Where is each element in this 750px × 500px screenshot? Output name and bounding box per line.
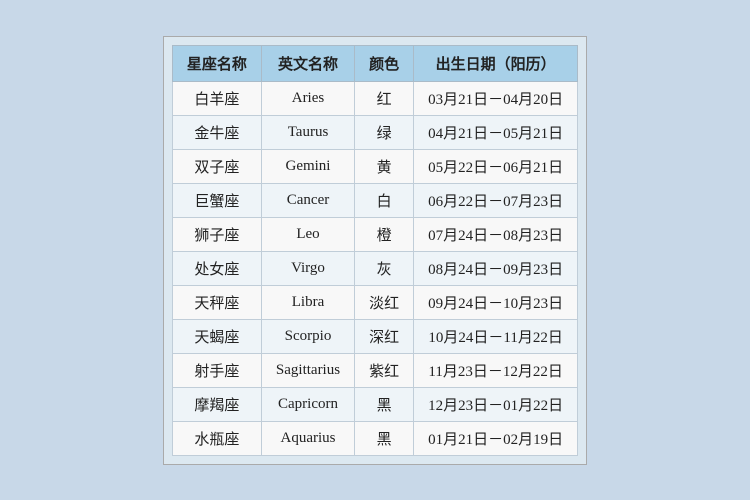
zodiac-table: 星座名称 英文名称 颜色 出生日期（阳历） 白羊座Aries红03月21日－04… <box>172 45 578 456</box>
cell-chinese-name: 巨蟹座 <box>172 183 261 217</box>
table-body: 白羊座Aries红03月21日－04月20日金牛座Taurus绿04月21日－0… <box>172 81 577 455</box>
cell-chinese-name: 天蝎座 <box>172 319 261 353</box>
table-row: 处女座Virgo灰08月24日－09月23日 <box>172 251 577 285</box>
header-dates: 出生日期（阳历） <box>414 45 578 81</box>
cell-english-name: Gemini <box>261 149 354 183</box>
cell-dates: 11月23日－12月22日 <box>414 353 578 387</box>
cell-dates: 01月21日－02月19日 <box>414 421 578 455</box>
cell-english-name: Sagittarius <box>261 353 354 387</box>
header-chinese-name: 星座名称 <box>172 45 261 81</box>
cell-english-name: Leo <box>261 217 354 251</box>
table-header-row: 星座名称 英文名称 颜色 出生日期（阳历） <box>172 45 577 81</box>
cell-chinese-name: 白羊座 <box>172 81 261 115</box>
cell-color: 红 <box>355 81 414 115</box>
cell-english-name: Scorpio <box>261 319 354 353</box>
cell-english-name: Taurus <box>261 115 354 149</box>
table-row: 白羊座Aries红03月21日－04月20日 <box>172 81 577 115</box>
cell-chinese-name: 水瓶座 <box>172 421 261 455</box>
cell-dates: 12月23日－01月22日 <box>414 387 578 421</box>
table-row: 狮子座Leo橙07月24日－08月23日 <box>172 217 577 251</box>
cell-chinese-name: 处女座 <box>172 251 261 285</box>
cell-color: 黑 <box>355 421 414 455</box>
cell-color: 深红 <box>355 319 414 353</box>
cell-color: 灰 <box>355 251 414 285</box>
cell-chinese-name: 射手座 <box>172 353 261 387</box>
cell-color: 黄 <box>355 149 414 183</box>
table-row: 摩羯座Capricorn黑12月23日－01月22日 <box>172 387 577 421</box>
cell-chinese-name: 金牛座 <box>172 115 261 149</box>
cell-english-name: Aquarius <box>261 421 354 455</box>
cell-color: 橙 <box>355 217 414 251</box>
table-row: 射手座Sagittarius紫红11月23日－12月22日 <box>172 353 577 387</box>
table-row: 双子座Gemini黄05月22日－06月21日 <box>172 149 577 183</box>
cell-color: 白 <box>355 183 414 217</box>
cell-english-name: Cancer <box>261 183 354 217</box>
table-row: 水瓶座Aquarius黑01月21日－02月19日 <box>172 421 577 455</box>
table-row: 天蝎座Scorpio深红10月24日－11月22日 <box>172 319 577 353</box>
cell-english-name: Aries <box>261 81 354 115</box>
cell-chinese-name: 天秤座 <box>172 285 261 319</box>
zodiac-table-container: 星座名称 英文名称 颜色 出生日期（阳历） 白羊座Aries红03月21日－04… <box>163 36 587 465</box>
cell-color: 紫红 <box>355 353 414 387</box>
table-row: 巨蟹座Cancer白06月22日－07月23日 <box>172 183 577 217</box>
cell-dates: 06月22日－07月23日 <box>414 183 578 217</box>
cell-color: 淡红 <box>355 285 414 319</box>
cell-dates: 09月24日－10月23日 <box>414 285 578 319</box>
cell-chinese-name: 狮子座 <box>172 217 261 251</box>
cell-dates: 07月24日－08月23日 <box>414 217 578 251</box>
table-row: 金牛座Taurus绿04月21日－05月21日 <box>172 115 577 149</box>
cell-dates: 04月21日－05月21日 <box>414 115 578 149</box>
table-row: 天秤座Libra淡红09月24日－10月23日 <box>172 285 577 319</box>
cell-chinese-name: 双子座 <box>172 149 261 183</box>
cell-dates: 05月22日－06月21日 <box>414 149 578 183</box>
cell-english-name: Capricorn <box>261 387 354 421</box>
cell-english-name: Virgo <box>261 251 354 285</box>
header-english-name: 英文名称 <box>261 45 354 81</box>
cell-dates: 03月21日－04月20日 <box>414 81 578 115</box>
cell-chinese-name: 摩羯座 <box>172 387 261 421</box>
cell-color: 黑 <box>355 387 414 421</box>
cell-dates: 10月24日－11月22日 <box>414 319 578 353</box>
cell-color: 绿 <box>355 115 414 149</box>
cell-english-name: Libra <box>261 285 354 319</box>
cell-dates: 08月24日－09月23日 <box>414 251 578 285</box>
header-color: 颜色 <box>355 45 414 81</box>
